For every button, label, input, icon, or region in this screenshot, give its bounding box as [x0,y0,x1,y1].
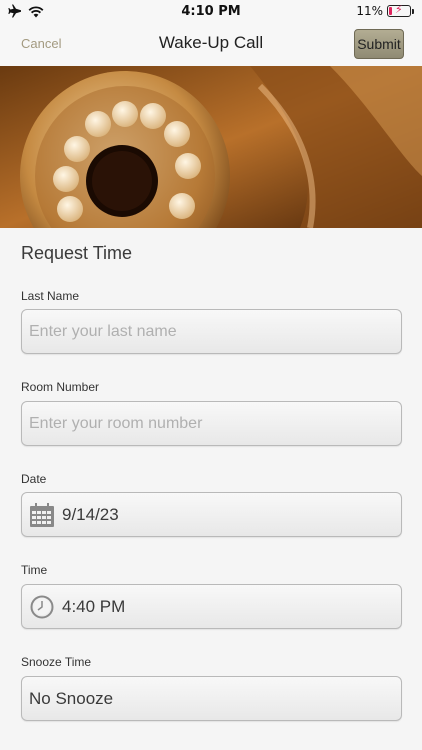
last-name-label: Last Name [21,289,80,303]
submit-button[interactable]: Submit [354,29,404,59]
snooze-time-label: Snooze Time [21,655,92,669]
room-number-field-box [21,401,402,446]
last-name-input[interactable] [29,322,401,341]
section-title: Request Time [21,243,133,263]
battery-icon: ⚡ [387,3,411,17]
room-number-input[interactable] [29,414,401,433]
time-value: 4:40 PM [62,596,126,616]
room-number-label: Room Number [21,380,100,394]
snooze-time-select[interactable]: No Snooze [21,676,402,721]
time-label: Time [21,563,48,577]
date-label: Date [21,472,47,486]
status-bar: 4:10 PM 11% ⚡ [0,0,422,24]
time-picker[interactable]: 4:40 PM [21,584,402,629]
navigation-bar: Cancel Wake-Up Call Submit [0,24,422,66]
date-value: 9/14/23 [62,504,119,524]
calendar-icon [29,502,55,528]
clock-icon [29,594,55,620]
snooze-time-value: No Snooze [29,688,114,708]
date-picker[interactable]: 9/14/23 [21,492,402,537]
status-right: 11% ⚡ [356,3,414,18]
last-name-field-box [21,309,402,354]
hero-image-rotary-phone [0,66,422,228]
battery-percent: 11% [356,4,383,18]
